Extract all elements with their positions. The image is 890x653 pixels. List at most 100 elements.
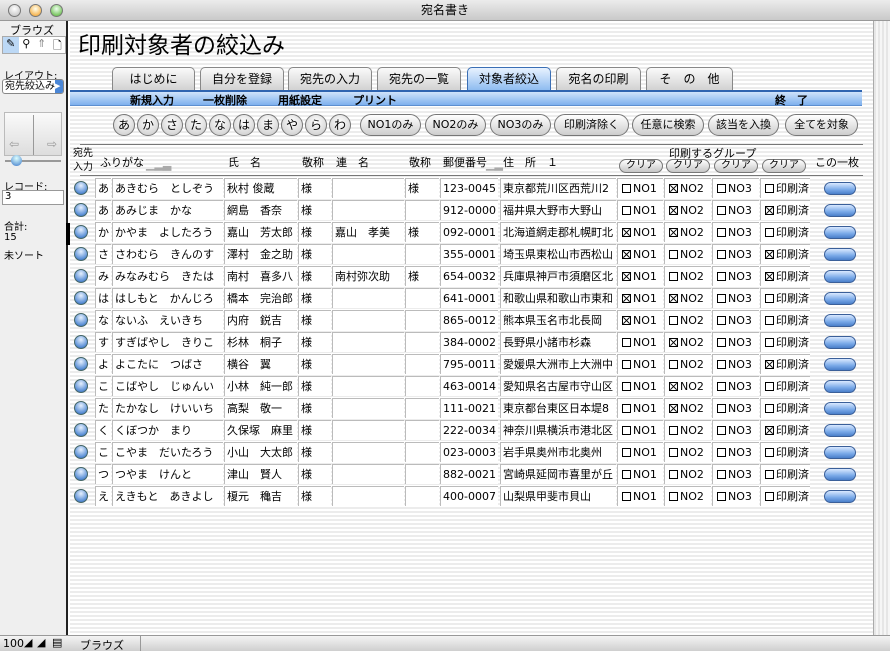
zoom-icon[interactable] [50,4,63,17]
group-checkbox-4[interactable]: 印刷済 [760,420,810,440]
status-area-toggle-icon[interactable]: ▤ [52,636,62,649]
tab-1[interactable]: はじめに [112,67,195,90]
honorific2-field[interactable] [405,376,439,396]
name-field[interactable]: 高梨 敬一 [224,398,297,418]
checked-box-icon[interactable] [669,228,678,237]
clear-button-3[interactable]: クリア [714,159,758,173]
furigana-field[interactable]: みなみむら きたは [112,266,223,286]
kana-button[interactable]: ら [305,114,327,136]
honorific-field[interactable]: 様 [298,288,331,308]
entry-button[interactable] [74,203,88,217]
zip-field[interactable]: 111-0021 [440,398,498,418]
zoom-in-icon[interactable]: ◢ [37,636,45,649]
filter-button[interactable]: 該当を入換 [708,114,779,136]
entry-button[interactable] [74,379,88,393]
zip-field[interactable]: 400-0007 [440,486,498,506]
address-field[interactable]: 宮崎県延岡市喜里が丘 [500,464,616,484]
group-checkbox-4[interactable]: 印刷済 [760,244,810,264]
address-field[interactable]: 神奈川県横浜市港北区 [500,420,616,440]
honorific2-field[interactable] [405,244,439,264]
layout-select[interactable]: 宛先絞込み ▶ [2,79,64,94]
unchecked-box-icon[interactable] [717,338,726,347]
address-field[interactable]: 愛知県名古屋市守山区 [500,376,616,396]
initial-field[interactable]: た [95,398,111,418]
delete-record-button[interactable]: 一枚削除 [203,92,247,108]
unchecked-box-icon[interactable] [669,470,678,479]
entry-button[interactable] [74,335,88,349]
checked-box-icon[interactable] [622,228,631,237]
honorific-field[interactable]: 様 [298,376,331,396]
zip-field[interactable]: 384-0002 [440,332,498,352]
initial-field[interactable]: さ [95,244,111,264]
print-single-button[interactable] [824,358,856,371]
zip-field[interactable]: 222-0034 [440,420,498,440]
group-checkbox-3[interactable]: NO3 [712,442,759,462]
joint-field[interactable] [332,464,404,484]
find-icon[interactable]: ⚲ [19,37,35,53]
entry-button[interactable] [74,489,88,503]
filter-button[interactable]: 全てを対象 [785,114,858,136]
group-checkbox-3[interactable]: NO3 [712,178,759,198]
initial-field[interactable]: こ [95,442,111,462]
filter-button[interactable]: NO2のみ [425,114,486,136]
group-checkbox-1[interactable]: NO1 [617,332,663,352]
zip-field[interactable]: 654-0032 [440,266,498,286]
group-checkbox-3[interactable]: NO3 [712,398,759,418]
unchecked-box-icon[interactable] [669,250,678,259]
group-checkbox-4[interactable]: 印刷済 [760,178,810,198]
unchecked-box-icon[interactable] [622,338,631,347]
unchecked-box-icon[interactable] [765,382,774,391]
address-field[interactable]: 兵庫県神戸市須磨区北 [500,266,616,286]
zip-field[interactable]: 641-0001 [440,288,498,308]
group-checkbox-2[interactable]: NO2 [664,376,711,396]
clear-button-2[interactable]: クリア [666,159,710,173]
checked-box-icon[interactable] [669,338,678,347]
print-single-button[interactable] [824,292,856,305]
joint-field[interactable] [332,200,404,220]
initial-field[interactable]: こ [95,376,111,396]
address-field[interactable]: 熊本県玉名市北長岡 [500,310,616,330]
honorific2-field[interactable]: 様 [405,266,439,286]
initial-field[interactable]: え [95,486,111,506]
name-field[interactable]: 久保塚 麻里 [224,420,297,440]
zip-field[interactable]: 865-0012 [440,310,498,330]
furigana-field[interactable]: あきむら としぞう [112,178,223,198]
print-single-button[interactable] [824,248,856,261]
group-checkbox-4[interactable]: 印刷済 [760,464,810,484]
filter-button[interactable]: NO1のみ [360,114,421,136]
initial-field[interactable]: は [95,288,111,308]
joint-field[interactable] [332,442,404,462]
unchecked-box-icon[interactable] [717,294,726,303]
honorific2-field[interactable] [405,288,439,308]
address-field[interactable]: 埼玉県東松山市西松山 [500,244,616,264]
address-field[interactable]: 山梨県甲斐市貝山 [500,486,616,506]
address-field[interactable]: 岩手県奥州市北奥州 [500,442,616,462]
group-checkbox-2[interactable]: NO2 [664,486,711,506]
entry-button[interactable] [74,313,88,327]
group-checkbox-1[interactable]: NO1 [617,398,663,418]
checked-box-icon[interactable] [765,250,774,259]
name-field[interactable]: 横谷 翼 [224,354,297,374]
address-field[interactable]: 愛媛県大洲市上大洲中 [500,354,616,374]
group-checkbox-2[interactable]: NO2 [664,244,711,264]
joint-field[interactable] [332,310,404,330]
unchecked-box-icon[interactable] [717,426,726,435]
furigana-field[interactable]: よこたに つばさ [112,354,223,374]
zoom-level[interactable]: 100 [3,637,24,650]
unchecked-box-icon[interactable] [717,448,726,457]
joint-field[interactable] [332,398,404,418]
honorific2-field[interactable] [405,464,439,484]
joint-field[interactable] [332,178,404,198]
unchecked-box-icon[interactable] [765,316,774,325]
name-field[interactable]: 橋本 完治郎 [224,288,297,308]
group-checkbox-1[interactable]: NO1 [617,464,663,484]
group-checkbox-1[interactable]: NO1 [617,420,663,440]
furigana-field[interactable]: かやま よしたろう [112,222,223,242]
initial-field[interactable]: あ [95,178,111,198]
print-single-button[interactable] [824,270,856,283]
joint-field[interactable] [332,244,404,264]
group-checkbox-1[interactable]: NO1 [617,244,663,264]
group-checkbox-3[interactable]: NO3 [712,200,759,220]
unchecked-box-icon[interactable] [765,492,774,501]
checked-box-icon[interactable] [765,206,774,215]
